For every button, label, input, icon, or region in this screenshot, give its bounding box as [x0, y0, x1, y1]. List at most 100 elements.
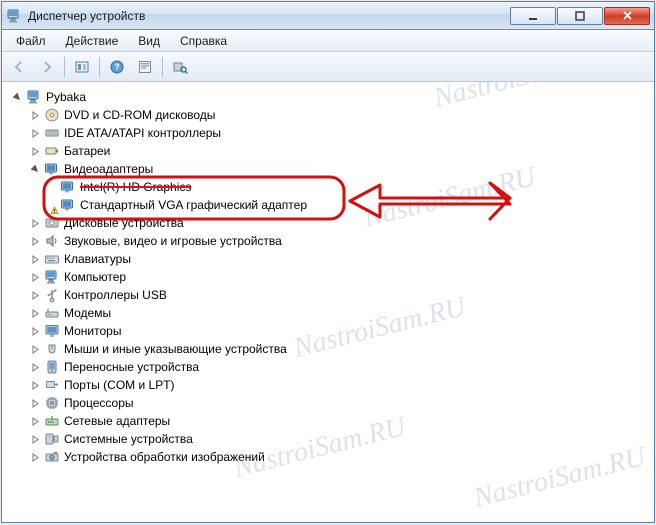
- svg-text:?: ?: [114, 62, 120, 72]
- close-button[interactable]: [604, 7, 650, 25]
- usb-icon: [44, 287, 60, 303]
- expander-icon[interactable]: [28, 144, 42, 158]
- tree-label: IDE ATA/ATAPI контроллеры: [64, 126, 221, 140]
- expander-icon[interactable]: [28, 270, 42, 284]
- cpu-icon: [44, 395, 60, 411]
- mouse-icon: [44, 341, 60, 357]
- menu-file[interactable]: Файл: [6, 32, 56, 50]
- keyboard-icon: [44, 251, 60, 267]
- tree-label: Клавиатуры: [64, 252, 131, 266]
- tree-label: Дисковые устройства: [64, 216, 184, 230]
- minimize-button[interactable]: [510, 7, 556, 25]
- battery-icon: [44, 143, 60, 159]
- network-icon: [44, 413, 60, 429]
- sound-icon: [44, 233, 60, 249]
- help-toolbar-button[interactable]: ?: [104, 55, 130, 79]
- show-hidden-button[interactable]: [69, 55, 95, 79]
- tree-category-computer[interactable]: Компьютер: [10, 268, 650, 286]
- expander-icon[interactable]: [28, 288, 42, 302]
- display-icon: [44, 161, 60, 177]
- tree-label: Батареи: [64, 144, 110, 158]
- tree-label: Стандартный VGA графический адаптер: [80, 198, 307, 212]
- tree-label: Системные устройства: [64, 432, 193, 446]
- toolbar-separator: [162, 57, 163, 77]
- modem-icon: [44, 305, 60, 321]
- tree-label: Модемы: [64, 306, 111, 320]
- expander-icon[interactable]: [28, 306, 42, 320]
- app-icon: [6, 8, 22, 24]
- ide-icon: [44, 125, 60, 141]
- titlebar[interactable]: Диспетчер устройств: [2, 2, 654, 30]
- tree-category-battery[interactable]: Батареи: [10, 142, 650, 160]
- toolbar-separator: [64, 57, 65, 77]
- tree-category-disk[interactable]: Дисковые устройства: [10, 214, 650, 232]
- expander-icon[interactable]: [28, 432, 42, 446]
- tree-category-imaging[interactable]: Устройства обработки изображений: [10, 448, 650, 466]
- scan-hardware-button[interactable]: [167, 55, 193, 79]
- menu-help[interactable]: Справка: [170, 32, 237, 50]
- tree-label: Звуковые, видео и игровые устройства: [64, 234, 282, 248]
- window-title: Диспетчер устройств: [28, 9, 510, 23]
- tree-category-ports[interactable]: Порты (COM и LPT): [10, 376, 650, 394]
- forward-button[interactable]: [34, 55, 60, 79]
- expander-icon[interactable]: [28, 324, 42, 338]
- tree-label: Процессоры: [64, 396, 134, 410]
- expander-icon[interactable]: [28, 396, 42, 410]
- menubar: Файл Действие Вид Справка: [2, 30, 654, 52]
- tree-label: Устройства обработки изображений: [64, 450, 265, 464]
- tree-category-portable[interactable]: Переносные устройства: [10, 358, 650, 376]
- menu-action[interactable]: Действие: [56, 32, 129, 50]
- expander-icon[interactable]: [28, 342, 42, 356]
- tree-category-dvd[interactable]: DVD и CD-ROM дисководы: [10, 106, 650, 124]
- tree-device-intel-hd[interactable]: Intel(R) HD Graphics: [10, 178, 650, 196]
- tree-device-standard-vga[interactable]: Стандартный VGA графический адаптер: [10, 196, 650, 214]
- menu-view[interactable]: Вид: [128, 32, 170, 50]
- disk-icon: [44, 215, 60, 231]
- expander-icon[interactable]: [28, 450, 42, 464]
- tree-category-mouse[interactable]: Мыши и иные указывающие устройства: [10, 340, 650, 358]
- toolbar: ?: [2, 52, 654, 82]
- tree-root[interactable]: Pybaka: [10, 88, 650, 106]
- device-tree[interactable]: Pybaka DVD и CD-ROM дисководы IDE ATA/AT…: [2, 82, 654, 522]
- computer-icon: [26, 89, 42, 105]
- expander-icon[interactable]: [28, 108, 42, 122]
- system-icon: [44, 431, 60, 447]
- properties-toolbar-button[interactable]: [132, 55, 158, 79]
- tree-label: Мониторы: [64, 324, 121, 338]
- display-icon: [60, 179, 76, 195]
- back-button[interactable]: [6, 55, 32, 79]
- expander-icon[interactable]: [28, 252, 42, 266]
- tree-category-sound[interactable]: Звуковые, видео и игровые устройства: [10, 232, 650, 250]
- tree-label: Intel(R) HD Graphics: [80, 180, 191, 194]
- expander-icon[interactable]: [28, 414, 42, 428]
- expander-icon[interactable]: [28, 378, 42, 392]
- tree-category-cpu[interactable]: Процессоры: [10, 394, 650, 412]
- display-icon: [60, 197, 76, 213]
- expander-icon[interactable]: [28, 234, 42, 248]
- expander-icon[interactable]: [28, 360, 42, 374]
- tree-category-usb[interactable]: Контроллеры USB: [10, 286, 650, 304]
- portable-icon: [44, 359, 60, 375]
- tree-label: Видеоадаптеры: [64, 162, 153, 176]
- tree-category-system[interactable]: Системные устройства: [10, 430, 650, 448]
- tree-category-network[interactable]: Сетевые адаптеры: [10, 412, 650, 430]
- tree-category-modem[interactable]: Модемы: [10, 304, 650, 322]
- expander-icon[interactable]: [10, 90, 24, 104]
- computer-icon: [44, 269, 60, 285]
- port-icon: [44, 377, 60, 393]
- monitor-icon: [44, 323, 60, 339]
- tree-category-display-adapters[interactable]: Видеоадаптеры: [10, 160, 650, 178]
- tree-category-keyboard[interactable]: Клавиатуры: [10, 250, 650, 268]
- tree-root-label: Pybaka: [46, 90, 86, 104]
- tree-category-ide[interactable]: IDE ATA/ATAPI контроллеры: [10, 124, 650, 142]
- tree-label: Мыши и иные указывающие устройства: [64, 342, 287, 356]
- maximize-button[interactable]: [557, 7, 603, 25]
- tree-label: Порты (COM и LPT): [64, 378, 175, 392]
- imaging-icon: [44, 449, 60, 465]
- expander-icon[interactable]: [28, 162, 42, 176]
- tree-label: Контроллеры USB: [64, 288, 167, 302]
- tree-label: Переносные устройства: [64, 360, 199, 374]
- tree-category-monitor[interactable]: Мониторы: [10, 322, 650, 340]
- expander-icon[interactable]: [28, 216, 42, 230]
- expander-icon[interactable]: [28, 126, 42, 140]
